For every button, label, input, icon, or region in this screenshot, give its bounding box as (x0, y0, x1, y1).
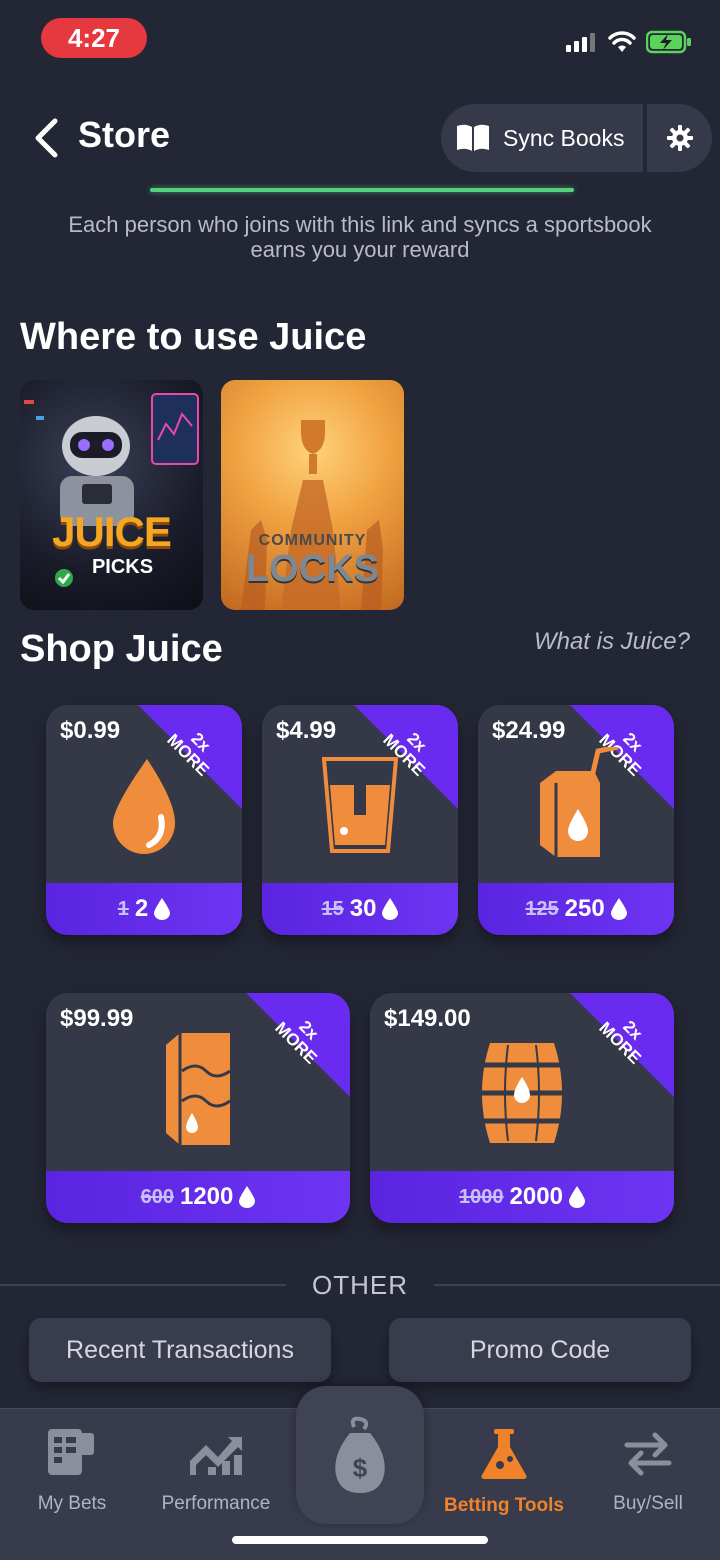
tab-performance-label: Performance (161, 1493, 271, 1514)
old-amount: 15 (321, 897, 344, 920)
amount-bar: 600 1200 (46, 1171, 350, 1223)
status-time: 4:27 (41, 18, 147, 58)
old-amount: 1 (117, 897, 129, 920)
amount-bar: 1000 2000 (370, 1171, 674, 1223)
back-button[interactable] (28, 116, 64, 160)
old-amount: 600 (140, 1185, 174, 1208)
juice-picks-wordmark: JUICE (52, 508, 172, 555)
community-locks-card[interactable]: COMMUNITY LOCKS (221, 380, 404, 610)
book-icon (457, 124, 489, 151)
svg-text:$: $ (353, 1453, 368, 1483)
shop-juice-title: Shop Juice (20, 628, 223, 670)
juice-drop-icon (239, 1186, 256, 1208)
tab-home-juice[interactable]: $ (296, 1386, 424, 1524)
barrel-icon (478, 1043, 566, 1143)
home-indicator (232, 1536, 488, 1544)
header: Store Sync Books (0, 100, 720, 175)
sync-books-button[interactable]: Sync Books (441, 104, 643, 172)
flask-icon (481, 1429, 527, 1479)
glass-icon (321, 757, 399, 853)
where-to-use-title: Where to use Juice (20, 316, 367, 358)
product-price: $149.00 (384, 1005, 471, 1032)
2x-more-ribbon: 2x MORE (570, 993, 674, 1097)
tab-betting-tools[interactable]: Betting Tools (434, 1427, 574, 1517)
bet-slip-icon (48, 1429, 94, 1475)
juice-box-icon (540, 747, 619, 857)
amount-bar: 15 30 (262, 883, 458, 935)
wifi-icon (608, 31, 636, 52)
product-card[interactable]: $99.99 2x MORE 600 1200 (46, 993, 350, 1223)
drop-icon (113, 759, 175, 854)
product-price: $0.99 (60, 717, 121, 744)
status-icons (566, 30, 692, 54)
chart-up-icon (190, 1437, 242, 1475)
product-card[interactable]: $0.99 2x MORE 1 2 (46, 705, 242, 935)
juice-drop-icon (610, 898, 627, 920)
signal-icon (566, 33, 595, 52)
tab-my-bets[interactable]: My Bets (2, 1427, 142, 1515)
product-price: $99.99 (60, 1005, 134, 1032)
swap-arrows-icon (624, 1432, 672, 1476)
amount-bar: 125 250 (478, 883, 674, 935)
juice-drop-icon (568, 1186, 585, 1208)
product-card[interactable]: $24.99 2x MORE 125 250 (478, 705, 674, 935)
status-bar: 4:27 (0, 0, 720, 80)
new-amount: 250 (564, 895, 605, 922)
juice-picks-card[interactable]: JUICE PICKS (20, 380, 203, 610)
referral-divider (150, 188, 574, 192)
tab-buy-sell-label: Buy/Sell (613, 1493, 683, 1514)
2x-more-ribbon: 2x MORE (246, 993, 350, 1097)
product-price: $24.99 (492, 717, 566, 744)
promo-code-button[interactable]: Promo Code (389, 1318, 691, 1382)
recent-transactions-button[interactable]: Recent Transactions (29, 1318, 331, 1382)
sync-books-label: Sync Books (503, 124, 625, 151)
juice-drop-icon (154, 898, 171, 920)
other-section-label: OTHER (312, 1270, 408, 1300)
juice-carton-icon (166, 1033, 231, 1145)
new-amount: 30 (349, 895, 377, 922)
product-price: $4.99 (276, 717, 337, 744)
product-card[interactable]: $4.99 2x MORE 15 30 (262, 705, 458, 935)
tab-my-bets-label: My Bets (37, 1493, 107, 1514)
gear-icon (666, 125, 693, 151)
new-amount: 2000 (509, 1183, 563, 1210)
referral-text: Each person who joins with this link and… (68, 212, 652, 262)
page-title: Store (78, 114, 171, 155)
new-amount: 2 (134, 895, 149, 922)
tab-betting-tools-label: Betting Tools (444, 1495, 564, 1516)
tab-performance[interactable]: Performance (146, 1427, 286, 1515)
battery-icon (646, 30, 691, 54)
juice-drop-icon (382, 898, 399, 920)
what-is-juice-link[interactable]: What is Juice? (534, 628, 690, 656)
amount-bar: 1 2 (46, 883, 242, 935)
juice-picks-subtitle: PICKS (91, 556, 154, 578)
tab-buy-sell[interactable]: Buy/Sell (578, 1427, 718, 1515)
chevron-left-icon (35, 118, 58, 158)
old-amount: 125 (525, 897, 559, 920)
product-card[interactable]: $149.00 2x MORE 1000 2000 (370, 993, 674, 1223)
locks-wordmark: LOCKS (246, 548, 379, 590)
money-bag-icon: $ (335, 1416, 385, 1493)
settings-button[interactable] (647, 104, 712, 172)
new-amount: 1200 (179, 1183, 234, 1210)
old-amount: 1000 (459, 1185, 504, 1208)
